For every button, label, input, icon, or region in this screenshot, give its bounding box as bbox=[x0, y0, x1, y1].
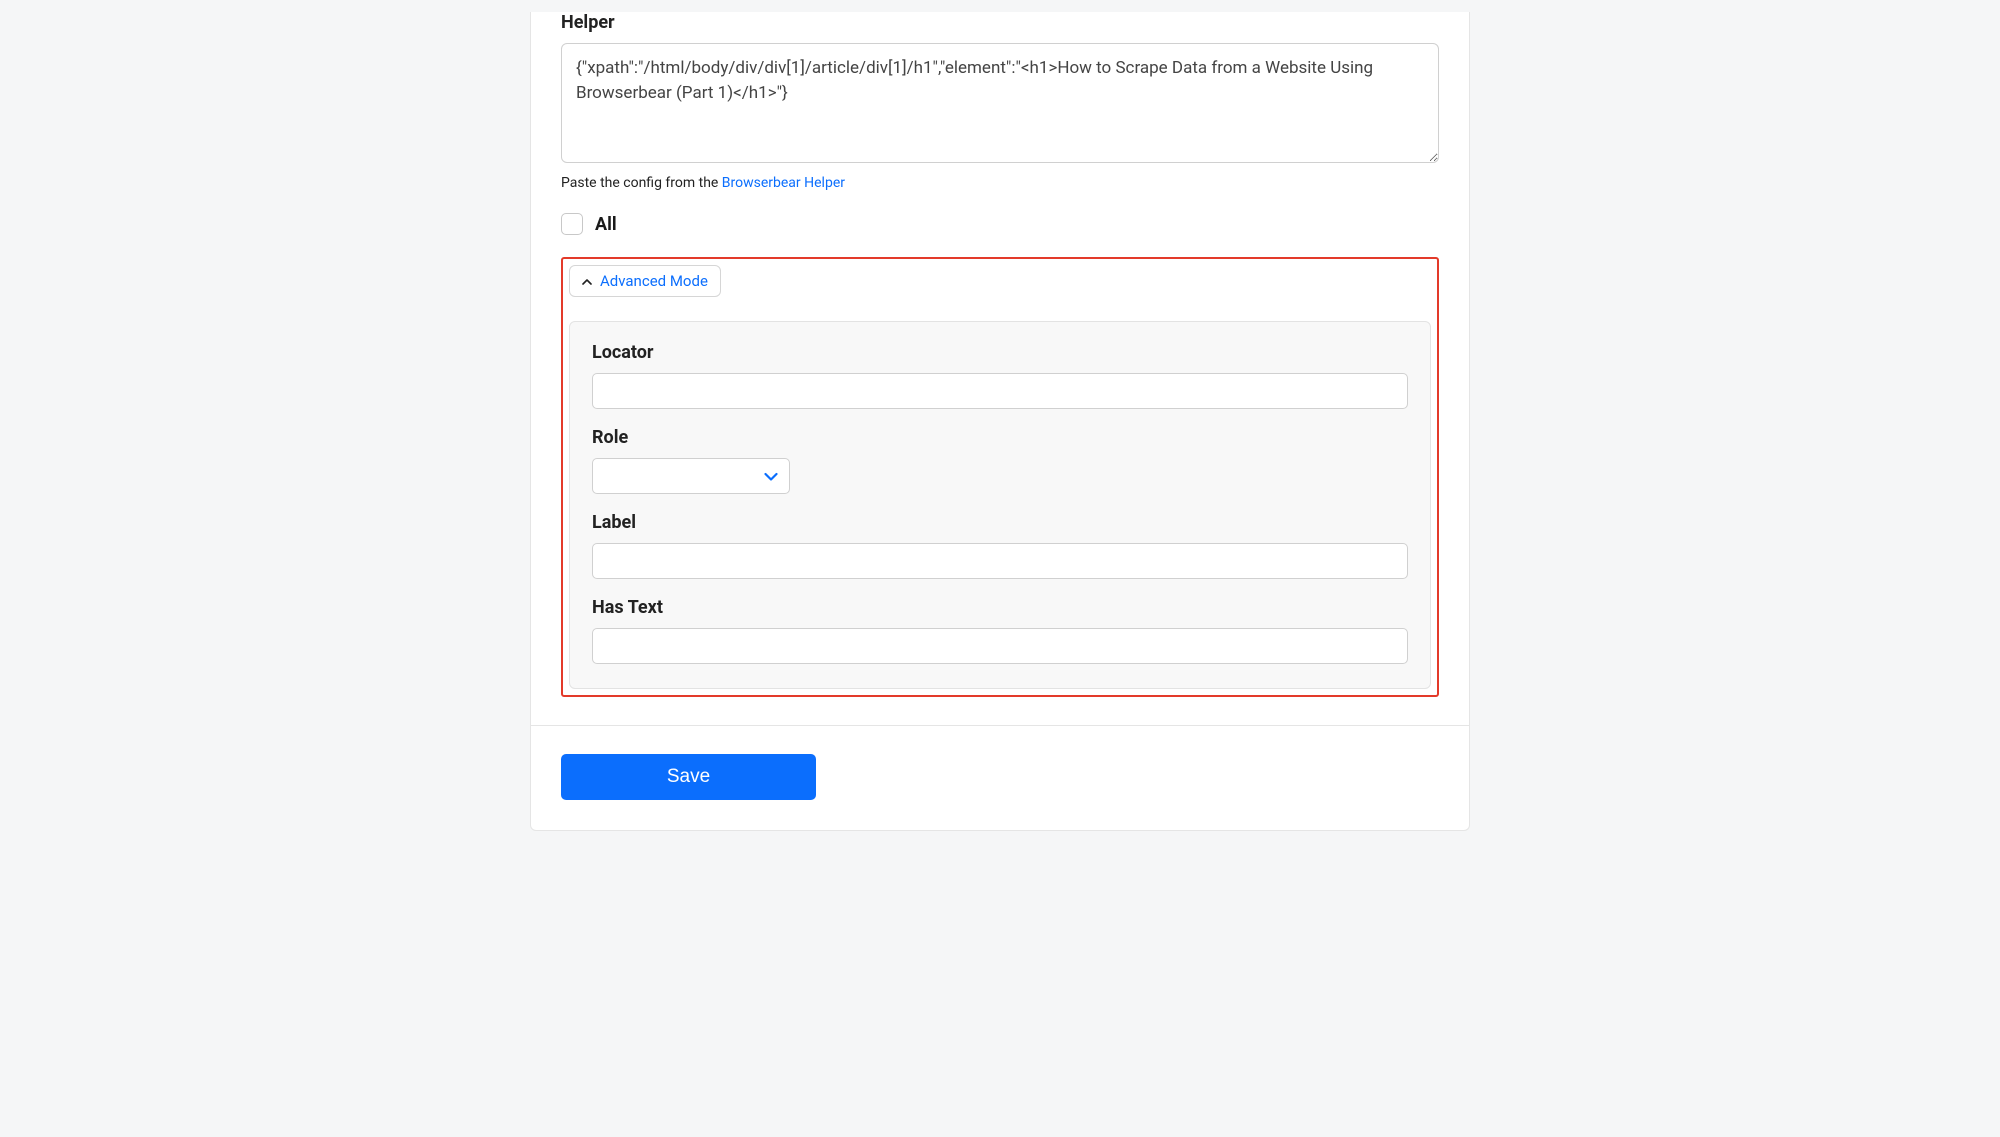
save-button[interactable]: Save bbox=[561, 754, 816, 800]
all-checkbox-row: All bbox=[561, 213, 1439, 235]
role-group: Role bbox=[592, 427, 1408, 494]
helper-textarea[interactable] bbox=[561, 43, 1439, 163]
helper-section: Helper Paste the config from the Browser… bbox=[561, 12, 1439, 191]
helper-hint-prefix: Paste the config from the bbox=[561, 175, 722, 191]
role-label: Role bbox=[592, 427, 1408, 448]
has-text-group: Has Text bbox=[592, 597, 1408, 664]
locator-input[interactable] bbox=[592, 373, 1408, 409]
role-select-wrap bbox=[592, 458, 790, 494]
helper-label: Helper bbox=[561, 12, 1439, 33]
browserbear-helper-link[interactable]: Browserbear Helper bbox=[722, 175, 845, 191]
advanced-mode-highlight: Advanced Mode Locator Role bbox=[561, 257, 1439, 697]
advanced-mode-toggle[interactable]: Advanced Mode bbox=[569, 265, 721, 297]
advanced-mode-label: Advanced Mode bbox=[600, 272, 708, 290]
locator-group: Locator bbox=[592, 342, 1408, 409]
advanced-mode-panel: Locator Role Label bbox=[569, 321, 1431, 689]
all-checkbox-label: All bbox=[595, 214, 617, 235]
all-checkbox[interactable] bbox=[561, 213, 583, 235]
form-body: Helper Paste the config from the Browser… bbox=[531, 12, 1469, 726]
has-text-input[interactable] bbox=[592, 628, 1408, 664]
form-card: Helper Paste the config from the Browser… bbox=[530, 12, 1470, 831]
has-text-label: Has Text bbox=[592, 597, 1408, 618]
locator-label: Locator bbox=[592, 342, 1408, 363]
role-select[interactable] bbox=[592, 458, 790, 494]
form-footer: Save bbox=[531, 726, 1469, 830]
label-field-label: Label bbox=[592, 512, 1408, 533]
helper-hint: Paste the config from the Browserbear He… bbox=[561, 175, 1439, 191]
label-input[interactable] bbox=[592, 543, 1408, 579]
chevron-up-icon bbox=[582, 274, 592, 288]
label-group: Label bbox=[592, 512, 1408, 579]
